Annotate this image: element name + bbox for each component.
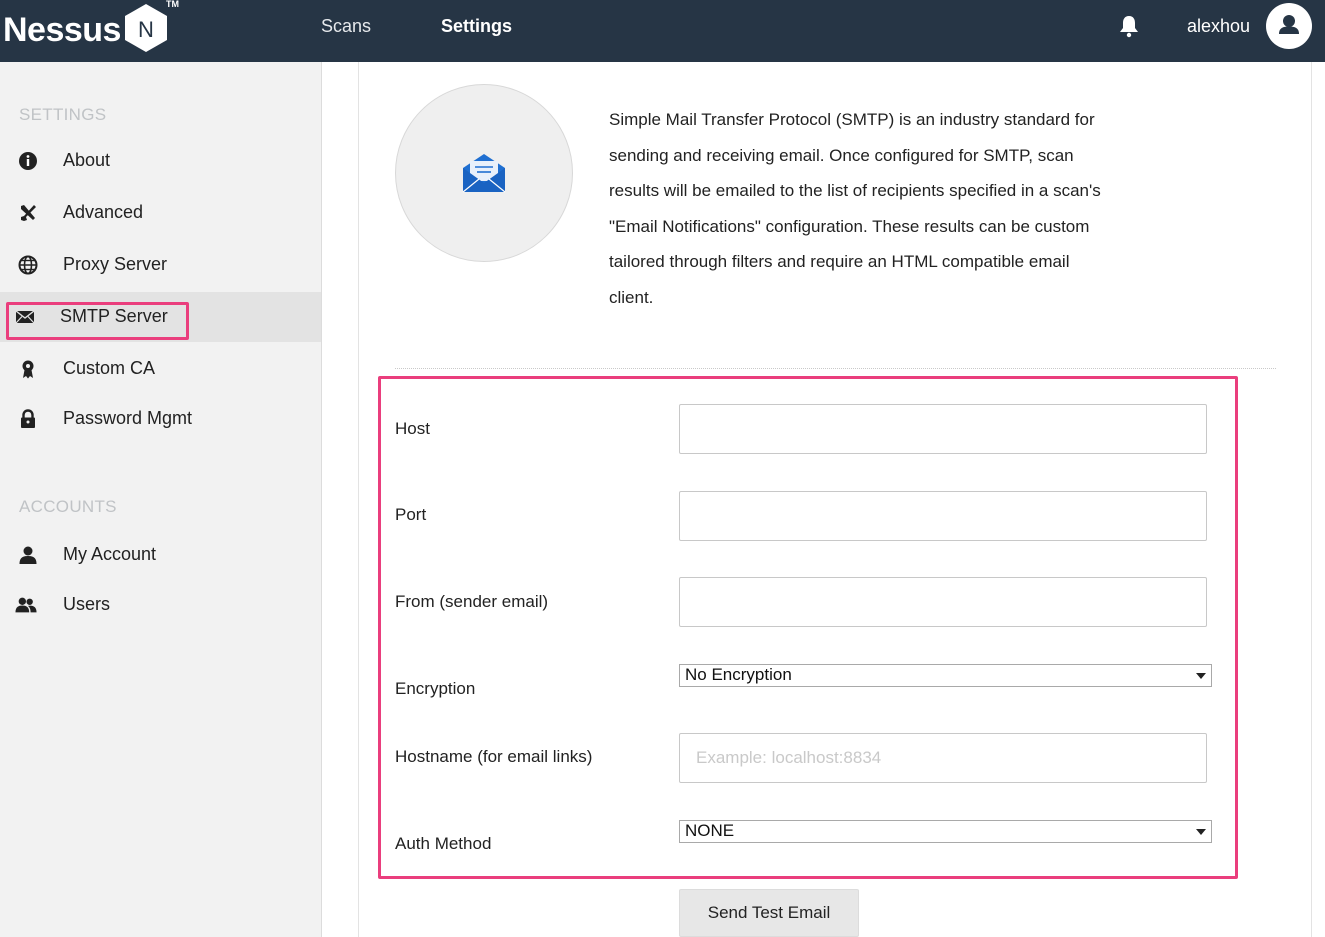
sidebar-item-about[interactable]: About	[0, 136, 321, 186]
username-label[interactable]: alexhou	[1187, 16, 1250, 37]
sidebar-item-label: Proxy Server	[63, 254, 168, 274]
hostname-input[interactable]	[679, 733, 1207, 783]
encryption-select[interactable]: No Encryption	[679, 664, 1212, 687]
tools-icon	[21, 205, 36, 221]
description-line: Simple Mail Transfer Protocol (SMTP) is …	[609, 110, 1095, 129]
description-line: sending and receiving email. Once config…	[609, 145, 1074, 165]
section-divider	[395, 368, 1276, 369]
envelope-icon	[15, 310, 35, 324]
globe-icon	[18, 255, 38, 275]
hostname-label: Hostname (for email links)	[395, 747, 593, 766]
host-label: Host	[395, 419, 430, 438]
lock-icon	[21, 409, 35, 428]
user-icon	[19, 546, 37, 564]
auth-method-select[interactable]: NONE	[679, 820, 1212, 843]
port-label: Port	[395, 505, 427, 524]
sidebar-item-smtp-server[interactable]: SMTP Server	[0, 292, 321, 342]
send-test-email-button[interactable]: Send Test Email	[679, 889, 859, 937]
smtp-description: Simple Mail Transfer Protocol (SMTP) is …	[609, 102, 1169, 315]
sidebar-item-label: SMTP Server	[60, 306, 168, 326]
port-input[interactable]	[679, 491, 1207, 541]
description-line: tailored through filters and require an …	[609, 252, 1070, 271]
nessus-logo[interactable]: Nessus	[3, 2, 121, 58]
sidebar-item-label: Custom CA	[63, 358, 156, 378]
sidebar-item-proxy-server[interactable]: Proxy Server	[0, 240, 321, 290]
nav-scans[interactable]: Scans	[321, 16, 371, 37]
sidebar-item-my-account[interactable]: My Account	[0, 530, 321, 580]
logo-text: Nessus	[3, 10, 121, 49]
user-icon	[1279, 15, 1299, 34]
sidebar-item-password-mgmt[interactable]: Password Mgmt	[0, 394, 321, 444]
sidebar-item-custom-ca[interactable]: Custom CA	[0, 344, 321, 394]
accounts-heading: ACCOUNTS	[19, 497, 117, 516]
logo-trademark: TM	[166, 0, 179, 9]
from-email-label: From (sender email)	[395, 592, 549, 611]
sidebar-item-advanced[interactable]: Advanced	[0, 188, 321, 238]
user-avatar[interactable]	[1266, 3, 1312, 49]
users-icon	[15, 597, 37, 613]
bell-icon[interactable]	[1118, 14, 1140, 38]
sidebar-item-label: My Account	[63, 544, 157, 564]
chevron-down-icon	[1196, 673, 1206, 679]
logo-badge-icon: N	[125, 4, 167, 52]
top-navigation-bar: Nessus N TM Scans Settings alexhou	[0, 0, 1325, 62]
settings-sidebar: SETTINGS About Advanced Proxy Server SMT…	[0, 62, 322, 937]
description-line: results will be emailed to the list of r…	[609, 181, 1101, 200]
auth-method-label: Auth Method	[395, 834, 492, 853]
certificate-icon	[22, 360, 34, 379]
encryption-selected-value: No Encryption	[685, 665, 792, 684]
nav-settings[interactable]: Settings	[441, 16, 512, 37]
host-input[interactable]	[679, 404, 1207, 454]
description-line: client.	[609, 287, 654, 307]
envelope-open-icon	[462, 154, 506, 193]
sidebar-item-label: Password Mgmt	[63, 408, 193, 428]
sidebar-item-label: Users	[63, 594, 111, 614]
settings-heading: SETTINGS	[19, 105, 107, 124]
from-email-input[interactable]	[679, 577, 1207, 627]
sidebar-item-label: Advanced	[63, 202, 144, 222]
info-icon	[19, 152, 37, 170]
sidebar-item-label: About	[63, 150, 111, 170]
encryption-label: Encryption	[395, 679, 476, 698]
logo-badge-letter: N	[138, 17, 154, 42]
chevron-down-icon	[1196, 829, 1206, 835]
sidebar-item-users[interactable]: Users	[0, 580, 321, 630]
description-line: "Email Notifications" configuration. The…	[609, 216, 1090, 236]
auth-method-selected-value: NONE	[685, 821, 735, 840]
